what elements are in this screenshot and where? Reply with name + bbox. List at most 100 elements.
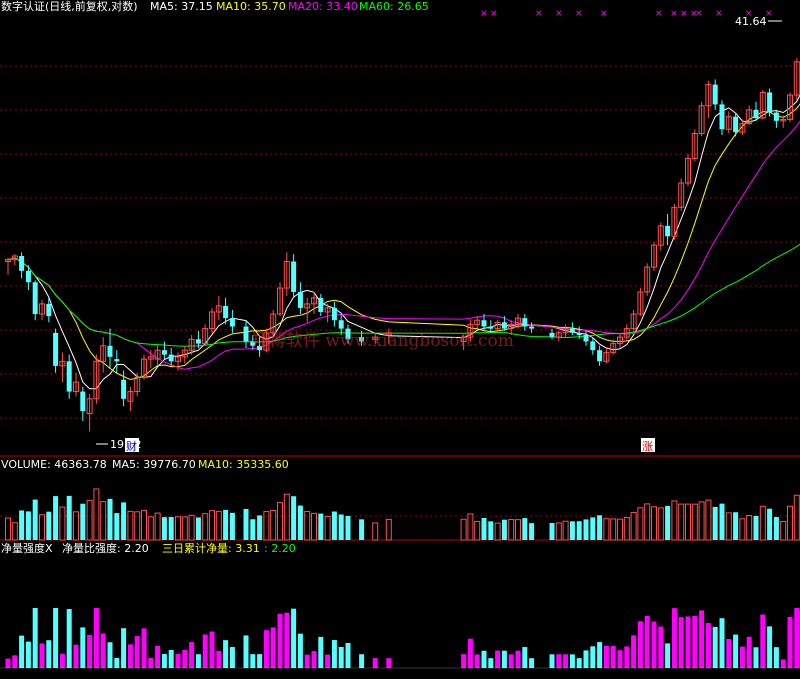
indicator-bar	[19, 635, 25, 668]
volume-bar	[733, 512, 739, 540]
volume-bar	[46, 511, 52, 540]
volume-bar	[372, 522, 379, 541]
indicator-bar	[175, 653, 181, 668]
volume-bar	[107, 498, 113, 540]
ma60-label: MA60: 26.65	[359, 0, 429, 13]
candle-body	[773, 112, 779, 121]
volume-bar	[793, 494, 800, 541]
volume-bar	[168, 517, 174, 540]
ma20-label: MA20: 33.40	[288, 0, 358, 13]
indicator-bar	[270, 627, 276, 668]
volume-bar	[291, 496, 297, 540]
volume-bar	[86, 499, 93, 541]
volume-bar	[359, 519, 365, 540]
candle-body	[168, 354, 174, 362]
volume-bar	[229, 512, 235, 540]
volume-bar	[787, 505, 793, 541]
volume-bar	[11, 522, 18, 541]
indicator-bar	[726, 638, 732, 668]
volume-bar	[494, 522, 501, 541]
indicator-bar	[250, 654, 256, 668]
indicator-bar	[501, 650, 507, 668]
indicator-bar	[304, 654, 310, 668]
volume-bar	[66, 495, 72, 540]
indicator-bar	[345, 642, 351, 668]
indicator-bar	[291, 608, 297, 668]
volume-bar	[5, 517, 11, 541]
candle-body	[53, 332, 59, 366]
volume-bar	[671, 500, 678, 541]
volume-bar	[657, 507, 664, 541]
volume-bar	[590, 517, 596, 540]
indicator-bar	[495, 650, 501, 668]
candle-body	[243, 326, 249, 342]
indicator-bar	[733, 634, 739, 668]
volume-bar	[25, 511, 31, 540]
candle-body	[223, 305, 229, 319]
indicator-bar	[257, 654, 263, 668]
indicator-bar	[121, 628, 127, 668]
candle-body	[114, 359, 120, 362]
candle-body	[597, 350, 603, 362]
indicator-bar	[739, 646, 745, 668]
indicator-bar	[338, 647, 344, 668]
indicator-bar	[705, 622, 711, 668]
candle-body	[733, 116, 739, 133]
candle-body	[501, 322, 507, 329]
volume-bar	[665, 505, 671, 540]
indicator-bar	[134, 636, 140, 668]
indicator-bar	[155, 645, 161, 668]
volume-bar	[515, 519, 521, 541]
volume-bar	[147, 516, 154, 541]
indicator-bar	[386, 658, 392, 668]
indicator-label-1: 净量强度X	[1, 541, 53, 555]
candle-body	[712, 84, 718, 105]
indicator-bar	[189, 642, 195, 668]
indicator-bar	[563, 654, 569, 668]
indicator-bar	[202, 634, 208, 668]
candle-body	[590, 341, 596, 351]
volume-ma5-label: MA5: 39776.70	[112, 458, 196, 471]
ma10-label: MA10: 35.70	[216, 0, 286, 13]
volume-bar	[651, 506, 657, 541]
indicator-bar	[46, 640, 52, 668]
volume-bar	[121, 502, 127, 540]
indicator-bar	[59, 653, 65, 668]
candle-body	[297, 291, 303, 308]
indicator-bar	[590, 646, 596, 668]
indicator-bar	[515, 650, 521, 668]
indicator-bar	[767, 626, 773, 668]
volume-bar	[243, 508, 249, 540]
indicator-bar	[474, 654, 480, 668]
candle-body	[522, 318, 528, 327]
volume-label: VOLUME: 46363.78	[1, 458, 107, 471]
indicator-label-3: 三日累计净量: 3.31	[162, 541, 260, 555]
indicator-bar	[73, 644, 79, 668]
candle-body	[529, 326, 535, 329]
volume-bar	[385, 518, 392, 541]
volume-bar	[39, 514, 45, 541]
volume-bar	[691, 503, 698, 541]
chart-title: 数字认证(日线,前复权,对数)	[1, 0, 138, 13]
candle-body	[121, 379, 127, 399]
indicator-bar	[481, 650, 487, 668]
volume-bar	[488, 521, 494, 540]
indicator-bar	[93, 608, 99, 668]
indicator-bar	[195, 654, 201, 668]
candle-body	[32, 282, 38, 315]
volume-bar	[678, 503, 685, 541]
volume-bar	[759, 505, 766, 541]
indicator-bar	[223, 640, 229, 668]
volume-bar	[460, 518, 467, 541]
volume-bar	[746, 514, 753, 541]
indicator-bar	[467, 638, 473, 668]
volume-bar	[297, 505, 303, 540]
candle-body	[753, 109, 759, 119]
volume-bar	[32, 499, 38, 540]
volume-bar	[100, 501, 107, 541]
volume-bar	[576, 521, 582, 540]
volume-bar	[780, 520, 787, 541]
volume-bar	[250, 519, 256, 540]
volume-bar	[311, 512, 317, 541]
volume-bar	[283, 493, 290, 541]
